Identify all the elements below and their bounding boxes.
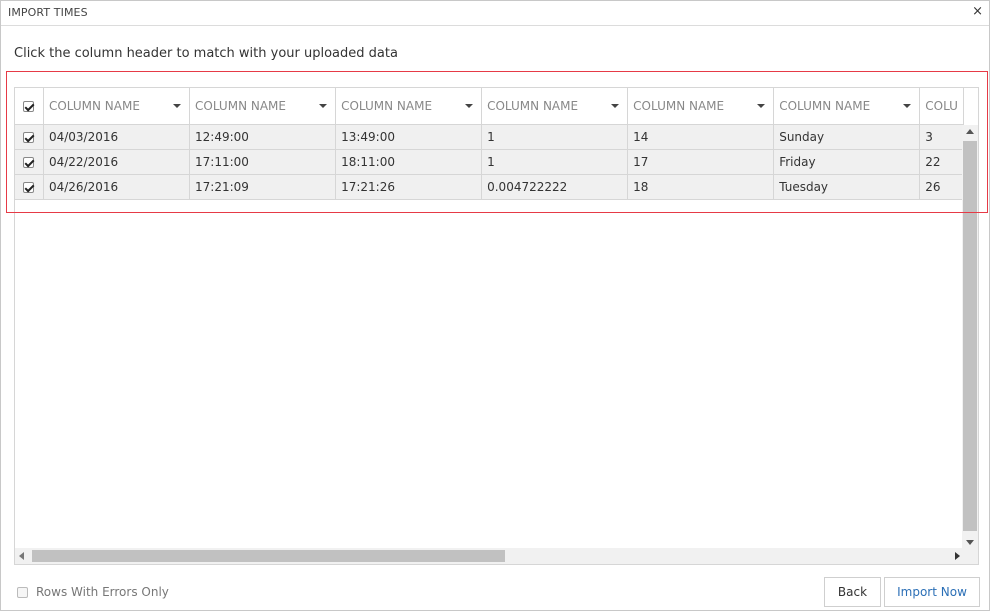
table-cell: 04/26/2016 — [43, 174, 191, 200]
horizontal-scrollbar[interactable] — [15, 548, 964, 564]
column-header[interactable]: COLUMN NAME — [189, 88, 337, 125]
dropdown-caret-icon[interactable] — [319, 104, 328, 108]
close-icon[interactable]: × — [972, 4, 983, 19]
row-select-cell — [15, 124, 44, 150]
column-header[interactable]: COLUMN NAME — [773, 88, 921, 125]
scrollbar-corner — [962, 548, 978, 564]
row-checkbox[interactable] — [23, 131, 35, 143]
table-cell: 14 — [627, 124, 775, 150]
table-cell: 04/22/2016 — [43, 149, 191, 175]
import-times-dialog: IMPORT TIMES × Click the column header t… — [0, 0, 990, 611]
table-cell: 3 — [919, 124, 964, 150]
table-cell: 26 — [919, 174, 964, 200]
table-cell: Tuesday — [773, 174, 921, 200]
column-header[interactable]: COLUMN NAME — [627, 88, 775, 125]
column-header-label: COLUMN NAME — [341, 98, 433, 113]
errors-only-checkbox[interactable] — [17, 586, 28, 598]
back-button[interactable]: Back — [824, 577, 881, 607]
vertical-scrollbar[interactable] — [962, 125, 978, 549]
dialog-title: IMPORT TIMES — [8, 6, 88, 19]
column-header-label: COLUMN NAME — [195, 98, 286, 113]
row-checkbox[interactable] — [23, 156, 35, 168]
horizontal-scroll-thumb[interactable] — [32, 550, 505, 562]
table-cell: 17:11:00 — [189, 149, 337, 175]
dropdown-caret-icon[interactable] — [611, 104, 620, 108]
dropdown-caret-icon[interactable] — [173, 104, 182, 108]
scroll-left-arrow-icon[interactable] — [19, 552, 24, 560]
column-header[interactable]: COLUMN NAME — [335, 88, 483, 125]
scroll-up-arrow-icon[interactable] — [966, 129, 974, 134]
errors-only-toggle[interactable]: Rows With Errors Only — [17, 585, 169, 599]
dropdown-caret-icon[interactable] — [903, 104, 912, 108]
data-grid: COLUMN NAME COLUMN NAME COLUMN NAME COLU… — [14, 87, 979, 565]
table-cell: Friday — [773, 149, 921, 175]
table-row: 04/03/2016 12:49:00 13:49:00 1 14 Sunday… — [15, 124, 964, 150]
table-cell: 22 — [919, 149, 964, 175]
header-row: COLUMN NAME COLUMN NAME COLUMN NAME COLU… — [15, 88, 964, 125]
vertical-scroll-thumb[interactable] — [963, 141, 977, 531]
title-bar: IMPORT TIMES × — [1, 1, 989, 26]
table-cell: 17:21:26 — [335, 174, 483, 200]
table-cell: Sunday — [773, 124, 921, 150]
table-cell: 1 — [481, 149, 629, 175]
select-all-checkbox[interactable] — [23, 100, 35, 112]
select-all-cell — [15, 88, 44, 125]
table-cell: 04/03/2016 — [43, 124, 191, 150]
row-select-cell — [15, 174, 44, 200]
row-checkbox[interactable] — [23, 181, 35, 193]
table-cell: 1 — [481, 124, 629, 150]
table-row: 04/22/2016 17:11:00 18:11:00 1 17 Friday… — [15, 149, 964, 175]
column-header[interactable]: COLUMN NAME — [43, 88, 191, 125]
dropdown-caret-icon[interactable] — [757, 104, 766, 108]
table-cell: 18:11:00 — [335, 149, 483, 175]
errors-only-label: Rows With Errors Only — [36, 585, 169, 599]
column-header[interactable]: COLU — [919, 88, 964, 125]
table-cell: 17 — [627, 149, 775, 175]
column-header-label: COLUMN NAME — [487, 98, 579, 113]
column-header-label: COLUMN NAME — [633, 98, 725, 113]
instruction-text: Click the column header to match with yo… — [14, 46, 398, 61]
table-cell: 12:49:00 — [189, 124, 337, 150]
column-header-label: COLUMN NAME — [48, 98, 140, 113]
table-row: 04/26/2016 17:21:09 17:21:26 0.004722222… — [15, 174, 964, 200]
column-header[interactable]: COLUMN NAME — [481, 88, 629, 125]
scroll-right-arrow-icon[interactable] — [955, 552, 960, 560]
column-header-label: COLUMN NAME — [779, 98, 871, 113]
table-cell: 0.004722222 — [481, 174, 629, 200]
table-cell: 18 — [627, 174, 775, 200]
dropdown-caret-icon[interactable] — [465, 104, 474, 108]
grid-viewport: COLUMN NAME COLUMN NAME COLUMN NAME COLU… — [15, 88, 964, 549]
row-select-cell — [15, 149, 44, 175]
table-cell: 13:49:00 — [335, 124, 483, 150]
column-header-label: COLU — [925, 98, 958, 113]
import-now-button[interactable]: Import Now — [884, 577, 980, 607]
scroll-down-arrow-icon[interactable] — [966, 540, 974, 545]
table-cell: 17:21:09 — [189, 174, 337, 200]
grid-table: COLUMN NAME COLUMN NAME COLUMN NAME COLU… — [15, 88, 964, 200]
